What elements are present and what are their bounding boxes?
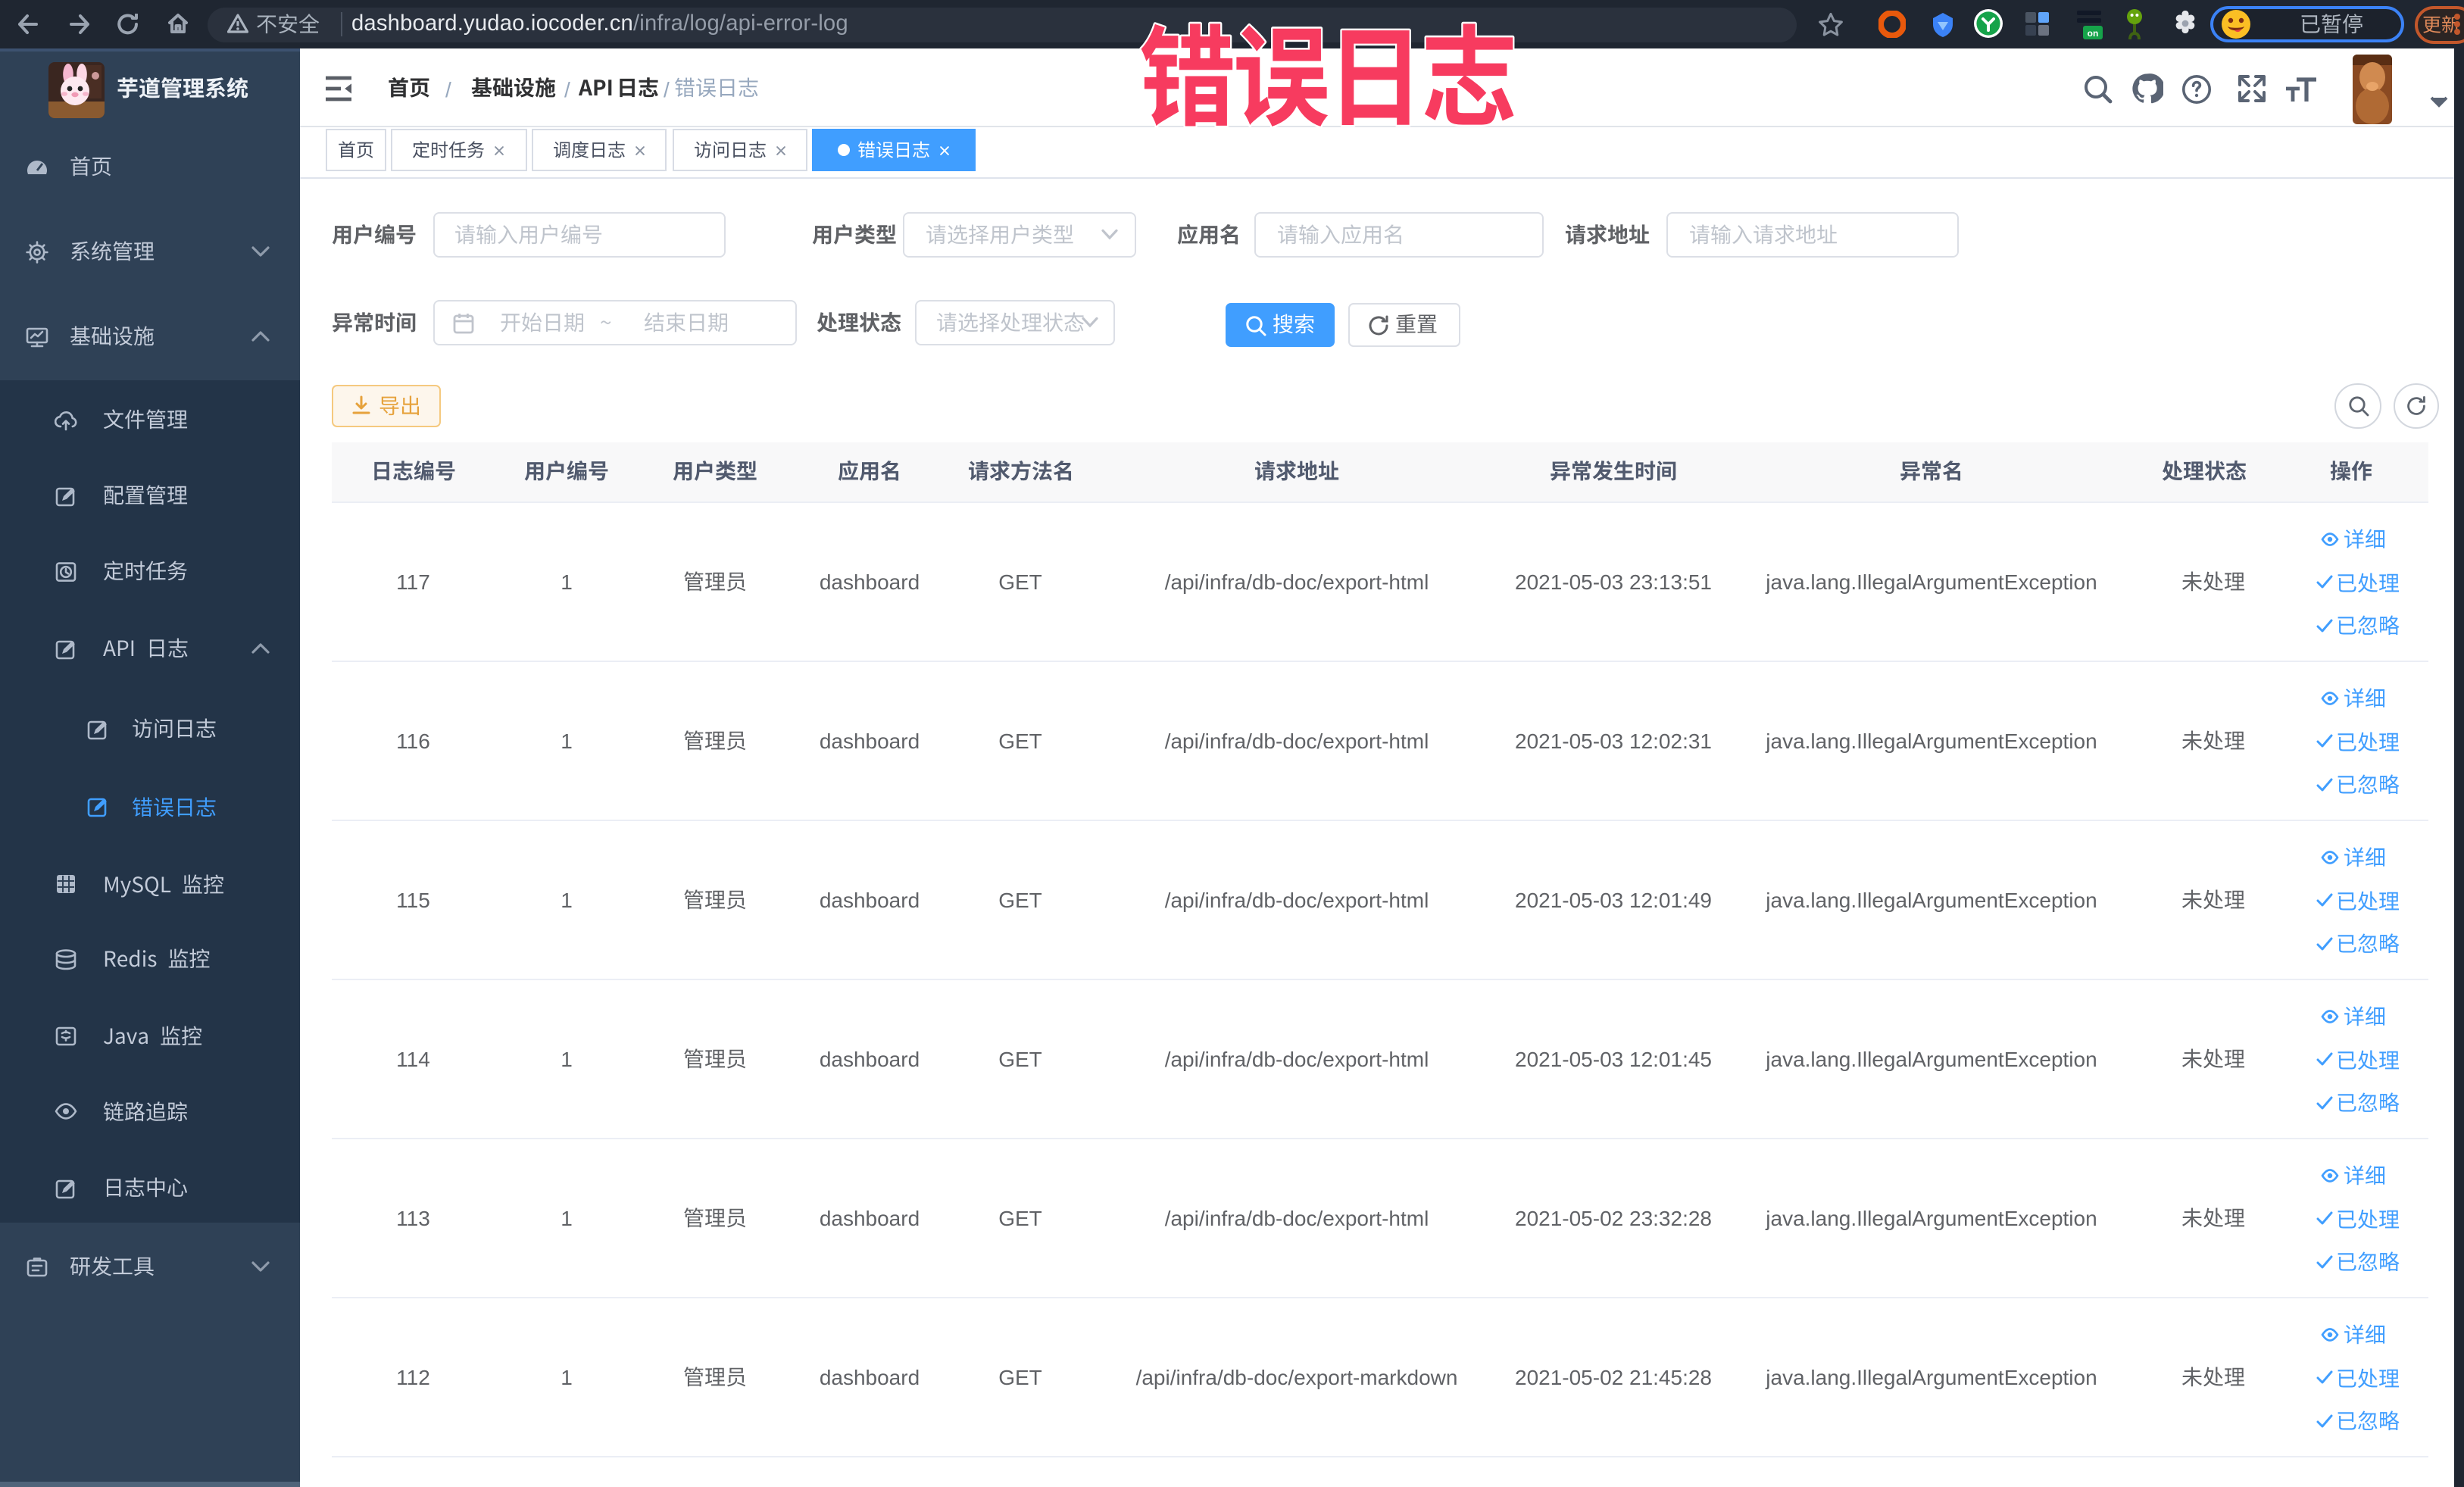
svg-text:on: on (2088, 28, 2099, 39)
